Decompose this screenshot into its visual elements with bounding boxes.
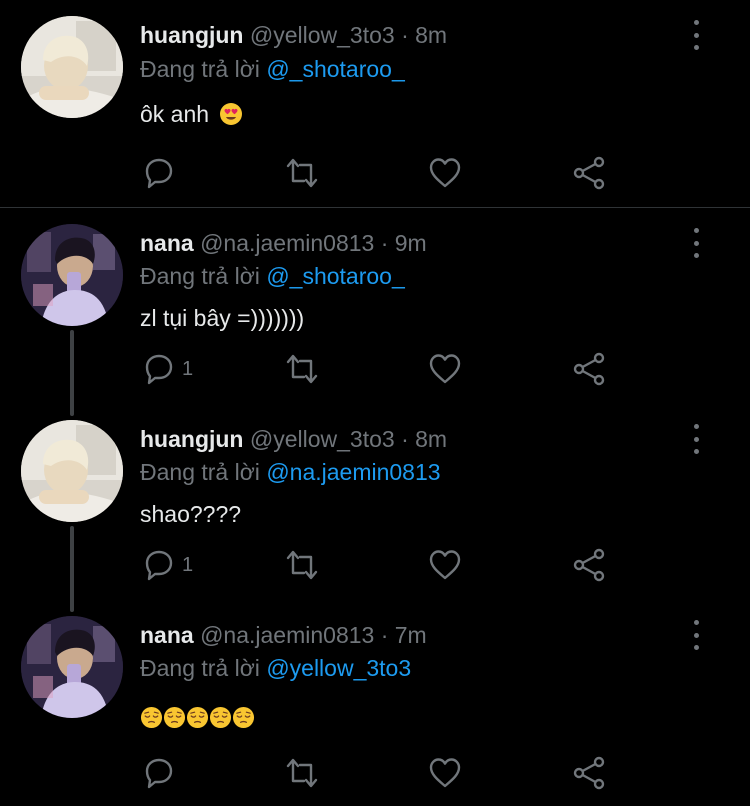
timestamp[interactable]: · 7m (381, 622, 427, 648)
retweet-icon (286, 158, 318, 188)
reply-prefix: Đang trả lời (140, 56, 267, 82)
reply-icon (145, 550, 173, 581)
reply-prefix: Đang trả lời (140, 263, 267, 289)
share-icon (573, 352, 605, 386)
retweet-button[interactable] (284, 351, 320, 387)
reply-button[interactable]: 1 (142, 547, 193, 583)
handle[interactable]: @yellow_3to3 (250, 426, 395, 452)
like-button[interactable] (428, 155, 462, 191)
like-button[interactable] (428, 351, 462, 387)
pensive-emoji-icon (140, 706, 163, 730)
timestamp[interactable]: · 9m (381, 230, 427, 256)
pensive-emoji-icon (186, 706, 209, 730)
display-name[interactable]: huangjun (140, 426, 243, 452)
pensive-emoji-icon (163, 706, 186, 730)
display-name[interactable]: nana (140, 622, 194, 648)
reply-icon (145, 758, 173, 789)
pensive-emoji-icon (232, 706, 255, 730)
retweet-button[interactable] (284, 155, 320, 191)
reply-mention[interactable]: @na.jaemin0813 (266, 459, 440, 485)
share-button[interactable] (572, 547, 606, 583)
action-bar: 1 (140, 351, 620, 387)
tweet-text: zl tụi bây =))))))) (140, 305, 305, 331)
share-icon (573, 548, 605, 582)
tweet[interactable]: nana @na.jaemin0813 · 7m Đang trả lời @y… (0, 600, 750, 806)
display-name[interactable]: nana (140, 230, 194, 256)
reply-context: Đang trả lời @_shotaroo_ (140, 55, 405, 83)
reply-mention[interactable]: @_shotaroo_ (266, 263, 404, 289)
tweet-text-content: ôk anh (140, 101, 210, 127)
reply-prefix: Đang trả lời (140, 655, 267, 681)
pensive-emoji-icon (209, 706, 232, 730)
reply-context: Đang trả lời @yellow_3to3 (140, 654, 411, 682)
retweet-button[interactable] (284, 547, 320, 583)
reply-button[interactable] (142, 155, 182, 191)
like-icon (429, 550, 461, 580)
reply-mention[interactable]: @yellow_3to3 (266, 655, 411, 681)
more-icon[interactable] (684, 424, 708, 454)
reply-icon (145, 158, 173, 189)
reply-context: Đang trả lời @na.jaemin0813 (140, 458, 441, 486)
avatar[interactable] (21, 16, 123, 118)
timestamp[interactable]: · 8m (401, 22, 447, 48)
reply-count: 1 (182, 357, 194, 380)
tweet-text: ôk anh (140, 100, 243, 128)
tweet-text: shao???? (140, 501, 242, 527)
like-button[interactable] (428, 755, 462, 791)
avatar[interactable] (21, 616, 123, 718)
tweet[interactable]: nana @na.jaemin0813 · 9m Đang trả lời @_… (0, 208, 750, 404)
retweet-icon (286, 758, 318, 788)
more-icon[interactable] (684, 20, 708, 50)
handle[interactable]: @yellow_3to3 (250, 22, 395, 48)
avatar[interactable] (21, 420, 123, 522)
share-icon (573, 756, 605, 790)
like-icon (429, 158, 461, 188)
share-button[interactable] (572, 351, 606, 387)
share-button[interactable] (572, 755, 606, 791)
more-icon[interactable] (684, 620, 708, 650)
avatar[interactable] (21, 224, 123, 326)
tweet[interactable]: huangjun @yellow_3to3 · 8m Đang trả lời … (0, 0, 750, 207)
tweet[interactable]: huangjun @yellow_3to3 · 8m Đang trả lời … (0, 404, 750, 600)
reply-prefix: Đang trả lời (140, 459, 267, 485)
heart-eyes-emoji-icon (220, 102, 243, 125)
action-bar (140, 155, 620, 191)
reply-button[interactable] (142, 755, 182, 791)
timestamp[interactable]: · 8m (401, 426, 447, 452)
like-icon (429, 758, 461, 788)
handle[interactable]: @na.jaemin0813 (200, 230, 374, 256)
like-icon (429, 354, 461, 384)
like-button[interactable] (428, 547, 462, 583)
reply-button[interactable]: 1 (142, 351, 193, 387)
action-bar (140, 755, 620, 791)
display-name[interactable]: huangjun (140, 22, 243, 48)
tweet-text (140, 702, 255, 730)
share-icon (573, 156, 605, 190)
action-bar: 1 (140, 547, 620, 583)
reply-mention[interactable]: @_shotaroo_ (266, 56, 404, 82)
handle[interactable]: @na.jaemin0813 (200, 622, 374, 648)
retweet-button[interactable] (284, 755, 320, 791)
retweet-icon (286, 550, 318, 580)
more-icon[interactable] (684, 228, 708, 258)
share-button[interactable] (572, 155, 606, 191)
reply-icon (145, 354, 173, 385)
reply-context: Đang trả lời @_shotaroo_ (140, 262, 405, 290)
reply-count: 1 (182, 553, 194, 576)
retweet-icon (286, 354, 318, 384)
